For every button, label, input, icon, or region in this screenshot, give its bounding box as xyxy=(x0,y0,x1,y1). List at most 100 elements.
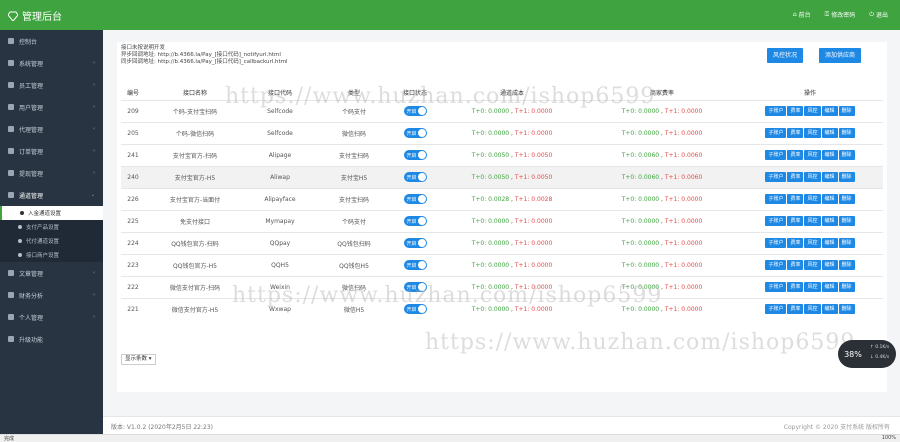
sub-account-button[interactable]: 子账户 xyxy=(765,194,787,204)
sidebar-item-channels[interactable]: 通道管理 ⌄ xyxy=(0,184,103,206)
risk-control-button[interactable]: 风控 xyxy=(804,304,821,315)
submenu-item-inbound-channel[interactable]: 入金通道设置 xyxy=(0,206,103,220)
edit-button[interactable]: 编辑 xyxy=(821,282,838,292)
rate-button[interactable]: 费率 xyxy=(787,282,804,292)
status-toggle[interactable]: 开启 xyxy=(403,260,427,270)
sidebar-item-label: 提现管理 xyxy=(19,170,44,178)
cell-cost: T+0: 0.0000 , T+1: 0.0000 xyxy=(437,209,587,232)
add-supplier-button[interactable]: 添加供应商 xyxy=(819,48,862,63)
sidebar-item-profile[interactable]: 个人管理 ‹ xyxy=(0,306,103,328)
action-group: 子账户 费率 风控 编辑 删除 xyxy=(765,260,855,270)
status-toggle[interactable]: 开启 xyxy=(403,304,427,315)
status-toggle[interactable]: 开启 xyxy=(403,194,427,204)
rate-button[interactable]: 费率 xyxy=(787,150,804,160)
rate-button[interactable]: 费率 xyxy=(787,216,804,226)
edit-button[interactable]: 编辑 xyxy=(821,106,838,116)
risk-control-button[interactable]: 风控 xyxy=(804,282,821,292)
rate-button[interactable]: 费率 xyxy=(787,260,804,270)
status-toggle[interactable]: 开启 xyxy=(403,150,427,160)
toggle-knob xyxy=(417,239,426,247)
sub-account-button[interactable]: 子账户 xyxy=(765,172,787,182)
cell-fee: T+0: 0.0000 , T+1: 0.0000 xyxy=(587,121,737,144)
delete-button[interactable]: 删除 xyxy=(838,172,855,182)
page-size-select[interactable]: 显示条数 ▾ xyxy=(121,354,156,365)
delete-button[interactable]: 删除 xyxy=(838,194,855,204)
sub-account-button[interactable]: 子账户 xyxy=(765,282,787,292)
status-toggle[interactable]: 开启 xyxy=(403,106,427,116)
status-toggle[interactable]: 开启 xyxy=(403,128,427,138)
rate-button[interactable]: 费率 xyxy=(787,172,804,182)
risk-control-button[interactable]: 风控 xyxy=(804,128,821,138)
edit-button[interactable]: 编辑 xyxy=(821,194,838,204)
sidebar-item-agents[interactable]: 代理管理 ‹ xyxy=(0,118,103,140)
brand[interactable]: 管理后台 xyxy=(8,8,62,23)
delete-button[interactable]: 删除 xyxy=(838,282,855,292)
sidebar-item-system[interactable]: 系统管理 ‹ xyxy=(0,52,103,74)
delete-button[interactable]: 删除 xyxy=(838,106,855,116)
channel-card: 接口未按说明开发 异步回调地址: http://b.4366.la/Pay_[接… xyxy=(117,42,887,392)
sub-account-button[interactable]: 子账户 xyxy=(765,128,787,138)
cell-cost: T+0: 0.0000 , T+1: 0.0000 xyxy=(437,253,587,276)
edit-button[interactable]: 编辑 xyxy=(821,128,838,138)
risk-control-button[interactable]: 风控 xyxy=(804,238,821,248)
edit-button[interactable]: 编辑 xyxy=(821,216,838,226)
rate-button[interactable]: 费率 xyxy=(787,128,804,138)
sub-account-button[interactable]: 子账户 xyxy=(765,106,787,116)
col-header: 商家费率 xyxy=(649,90,674,98)
risk-control-button[interactable]: 风控 xyxy=(804,194,821,204)
edit-button[interactable]: 编辑 xyxy=(821,238,838,248)
status-toggle[interactable]: 开启 xyxy=(403,282,427,292)
sub-account-button[interactable]: 子账户 xyxy=(765,260,787,270)
sidebar-item-staff[interactable]: 员工管理 ‹ xyxy=(0,74,103,96)
sidebar-item-finance[interactable]: 财务分析 ‹ xyxy=(0,284,103,306)
risk-control-button[interactable]: 风控 xyxy=(804,216,821,226)
submenu-item-merchant[interactable]: 接口商户设置 xyxy=(0,248,103,262)
rate-button[interactable]: 费率 xyxy=(787,304,804,315)
risk-status-button[interactable]: 风控状况 xyxy=(767,48,804,63)
sidebar-item-label: 通道管理 xyxy=(19,192,44,200)
sub-account-button[interactable]: 子账户 xyxy=(765,238,787,248)
logout-link[interactable]: ⏻ 退出 xyxy=(869,10,888,20)
delete-button[interactable]: 删除 xyxy=(838,260,855,270)
sidebar-item-withdraw[interactable]: 提现管理 ‹ xyxy=(0,162,103,184)
rate-button[interactable]: 费率 xyxy=(787,194,804,204)
fee-t1: T+1: 0.0060 xyxy=(664,151,703,159)
edit-button[interactable]: 编辑 xyxy=(821,304,838,315)
status-toggle[interactable]: 开启 xyxy=(403,216,427,226)
sidebar-item-articles[interactable]: 文章管理 ‹ xyxy=(0,262,103,284)
risk-control-button[interactable]: 风控 xyxy=(804,260,821,270)
table-row: 209 个码-支付宝扫码 Selfcode 个码支付 开启 T+0: 0.0000 , T… xyxy=(121,99,883,122)
cpu-value: 38 xyxy=(844,350,855,359)
sidebar-item-dashboard[interactable]: 控制台 xyxy=(0,30,103,52)
cell-status: 开启 xyxy=(393,231,437,254)
cell-fee: T+0: 0.0000 , T+1: 0.0000 xyxy=(587,187,737,210)
rate-button[interactable]: 费率 xyxy=(787,238,804,248)
submenu-item-payout-channel[interactable]: 代付通道设置 xyxy=(0,234,103,248)
sidebar-item-users[interactable]: 用户管理 ‹ xyxy=(0,96,103,118)
sidebar-item-upgrade[interactable]: 升级功能 xyxy=(0,328,103,350)
sidebar-item-orders[interactable]: 订单管理 ‹ xyxy=(0,140,103,162)
edit-button[interactable]: 编辑 xyxy=(821,150,838,160)
table-row: 225 免支付接口 Mymapay 个码支付 开启 T+0: 0.0000 , T+1: … xyxy=(121,209,883,232)
network-speed-widget[interactable]: 38% ↑ 0.1K/s ↓ 0.4K/s xyxy=(838,340,896,368)
risk-control-button[interactable]: 风控 xyxy=(804,106,821,116)
sub-account-button[interactable]: 子账户 xyxy=(765,216,787,226)
rate-button[interactable]: 费率 xyxy=(787,106,804,116)
change-password-link[interactable]: ⚿ 修改密码 xyxy=(825,10,856,20)
home-link[interactable]: ⌂ 前台 xyxy=(793,10,811,19)
delete-button[interactable]: 删除 xyxy=(838,150,855,160)
submenu-item-payment-product[interactable]: 支付产品设置 xyxy=(0,220,103,234)
status-toggle[interactable]: 开启 xyxy=(403,238,427,248)
risk-control-button[interactable]: 风控 xyxy=(804,150,821,160)
risk-control-button[interactable]: 风控 xyxy=(804,172,821,182)
delete-button[interactable]: 删除 xyxy=(838,216,855,226)
sub-account-button[interactable]: 子账户 xyxy=(765,304,787,315)
delete-button[interactable]: 删除 xyxy=(838,128,855,138)
sub-account-button[interactable]: 子账户 xyxy=(765,150,787,160)
status-toggle[interactable]: 开启 xyxy=(403,172,427,182)
edit-button[interactable]: 编辑 xyxy=(821,260,838,270)
delete-button[interactable]: 删除 xyxy=(838,238,855,248)
fee-t0: T+0: 0.0000 xyxy=(621,305,660,313)
delete-button[interactable]: 删除 xyxy=(838,304,855,315)
edit-button[interactable]: 编辑 xyxy=(821,172,838,182)
